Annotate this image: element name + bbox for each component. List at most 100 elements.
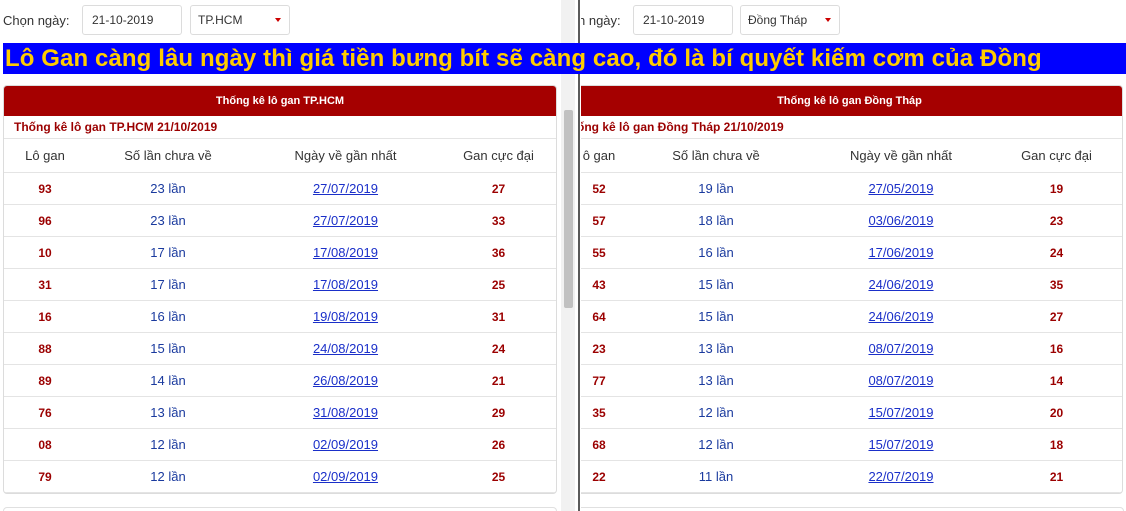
right-date-input[interactable]: 21-10-2019 [633,5,733,35]
lo-gan-cell: 23 [581,332,621,365]
left-card-subtitle: Thống kê lô gan TP.HCM 21/10/2019 [4,116,556,139]
count-cell: 13 lần [86,396,250,429]
lo-gan-cell: 43 [581,268,621,301]
date-link[interactable]: 24/06/2019 [868,309,933,324]
lo-gan-cell: 52 [581,172,621,205]
right-stats-table: ô gan Số lần chưa về Ngày về gần nhất Ga… [581,139,1122,493]
max-gan-cell: 25 [441,460,556,493]
date-link[interactable]: 22/07/2019 [868,469,933,484]
count-cell: 15 lần [86,332,250,365]
date-link[interactable]: 27/07/2019 [313,181,378,196]
scrollbar-thumb[interactable] [564,110,573,308]
max-gan-cell: 26 [441,428,556,461]
table-header-row: Lô gan Số lần chưa về Ngày về gần nhất G… [4,139,556,173]
count-cell: 17 lần [86,268,250,301]
last-date-cell: 24/06/2019 [811,300,991,333]
table-row: 88 15 lần 24/08/2019 24 [4,332,556,365]
date-link[interactable]: 15/07/2019 [868,437,933,452]
left-stats-table: Lô gan Số lần chưa về Ngày về gần nhất G… [4,139,556,493]
chevron-down-icon [275,18,281,22]
date-link[interactable]: 03/06/2019 [868,213,933,228]
table-row: 93 23 lần 27/07/2019 27 [4,172,556,205]
last-date-cell: 02/09/2019 [250,428,441,461]
right-next-card [581,507,1124,511]
max-gan-cell: 33 [441,204,556,237]
column-header-max-gan: Gan cực đại [441,139,556,173]
count-cell: 12 lần [86,460,250,493]
left-scrollbar[interactable] [561,0,575,511]
table-row: 10 17 lần 17/08/2019 36 [4,236,556,269]
left-date-input[interactable]: 21-10-2019 [82,5,182,35]
date-link[interactable]: 26/08/2019 [313,373,378,388]
lo-gan-cell: 55 [581,236,621,269]
last-date-cell: 27/05/2019 [811,172,991,205]
table-row: 79 12 lần 02/09/2019 25 [4,460,556,493]
right-province-select[interactable]: Đồng Tháp [740,5,840,35]
lo-gan-cell: 10 [4,236,86,269]
lo-gan-cell: 08 [4,428,86,461]
lo-gan-cell: 68 [581,428,621,461]
table-row: 68 12 lần 15/07/2019 18 [581,428,1122,461]
count-cell: 15 lần [621,300,811,333]
date-link[interactable]: 31/08/2019 [313,405,378,420]
date-link[interactable]: 17/08/2019 [313,277,378,292]
last-date-cell: 08/07/2019 [811,332,991,365]
left-next-card [3,507,557,511]
column-header-last-date: Ngày về gần nhất [811,139,991,173]
date-link[interactable]: 19/08/2019 [313,309,378,324]
right-card-title: Thống kê lô gan Đồng Tháp [581,86,1122,116]
max-gan-cell: 29 [441,396,556,429]
max-gan-cell: 31 [441,300,556,333]
column-header-last-date: Ngày về gần nhất [250,139,441,173]
marquee-banner: Lô Gan càng lâu ngày thì giá tiền bưng b… [3,43,1126,74]
lo-gan-cell: 93 [4,172,86,205]
max-gan-cell: 24 [991,236,1122,269]
date-link[interactable]: 08/07/2019 [868,341,933,356]
max-gan-cell: 19 [991,172,1122,205]
table-row: 64 15 lần 24/06/2019 27 [581,300,1122,333]
max-gan-cell: 18 [991,428,1122,461]
max-gan-cell: 25 [441,268,556,301]
count-cell: 15 lần [621,268,811,301]
date-link[interactable]: 02/09/2019 [313,437,378,452]
max-gan-cell: 23 [991,204,1122,237]
table-row: 89 14 lần 26/08/2019 21 [4,364,556,397]
lo-gan-cell: 77 [581,364,621,397]
date-link[interactable]: 24/08/2019 [313,341,378,356]
date-link[interactable]: 17/06/2019 [868,245,933,260]
table-row: 77 13 lần 08/07/2019 14 [581,364,1122,397]
max-gan-cell: 27 [441,172,556,205]
last-date-cell: 27/07/2019 [250,204,441,237]
date-link[interactable]: 02/09/2019 [313,469,378,484]
max-gan-cell: 14 [991,364,1122,397]
last-date-cell: 26/08/2019 [250,364,441,397]
table-row: 23 13 lần 08/07/2019 16 [581,332,1122,365]
max-gan-cell: 27 [991,300,1122,333]
column-header-count: Số lần chưa về [621,139,811,173]
table-row: 57 18 lần 03/06/2019 23 [581,204,1122,237]
max-gan-cell: 20 [991,396,1122,429]
lo-gan-cell: 57 [581,204,621,237]
date-link[interactable]: 27/07/2019 [313,213,378,228]
date-link[interactable]: 27/05/2019 [868,181,933,196]
max-gan-cell: 24 [441,332,556,365]
table-row: 22 11 lần 22/07/2019 21 [581,460,1122,493]
left-pane: Chọn ngày: 21-10-2019 TP.HCM Thống kê lô… [0,0,561,511]
lo-gan-cell: 35 [581,396,621,429]
last-date-cell: 24/06/2019 [811,268,991,301]
table-row: 43 15 lần 24/06/2019 35 [581,268,1122,301]
lo-gan-cell: 79 [4,460,86,493]
last-date-cell: 17/08/2019 [250,268,441,301]
date-link[interactable]: 17/08/2019 [313,245,378,260]
last-date-cell: 17/08/2019 [250,236,441,269]
last-date-cell: 31/08/2019 [250,396,441,429]
last-date-cell: 02/09/2019 [250,460,441,493]
date-link[interactable]: 15/07/2019 [868,405,933,420]
count-cell: 12 lần [621,396,811,429]
left-province-select[interactable]: TP.HCM [190,5,290,35]
table-row: 76 13 lần 31/08/2019 29 [4,396,556,429]
date-link[interactable]: 08/07/2019 [868,373,933,388]
column-header-max-gan: Gan cực đại [991,139,1122,173]
date-link[interactable]: 24/06/2019 [868,277,933,292]
last-date-cell: 27/07/2019 [250,172,441,205]
